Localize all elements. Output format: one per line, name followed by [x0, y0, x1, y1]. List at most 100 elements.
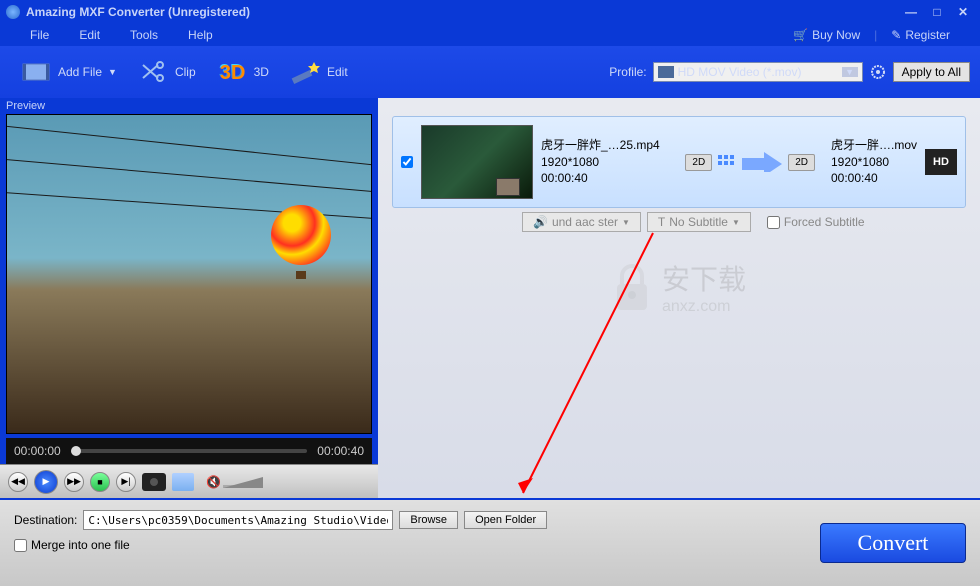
- preview-video[interactable]: [6, 114, 372, 434]
- target-2d-badge: 2D: [788, 154, 815, 171]
- footer: Destination: Browse Open Folder Merge in…: [0, 498, 980, 586]
- merge-checkbox[interactable]: [14, 539, 27, 552]
- watermark: 安下载 anxz.com: [612, 258, 746, 316]
- volume-control[interactable]: 🔇: [206, 475, 263, 489]
- conversion-arrow: 2D 2D: [685, 152, 815, 172]
- profile-value: HD MOV Video (*.mov): [678, 65, 802, 79]
- target-filename: 虎牙一胖….mov: [831, 137, 917, 154]
- time-total: 00:00:40: [317, 444, 364, 458]
- source-2d-badge: 2D: [685, 154, 712, 171]
- open-folder-button[interactable]: Open Folder: [464, 511, 547, 529]
- add-file-button[interactable]: Add File ▼: [10, 54, 127, 90]
- audio-track-select[interactable]: 🔊 und aac ster ▼: [522, 212, 641, 232]
- titlebar: Amazing MXF Converter (Unregistered) — □…: [0, 0, 980, 24]
- app-icon: [6, 5, 20, 19]
- file-thumbnail[interactable]: [421, 125, 533, 199]
- add-file-label: Add File: [58, 65, 102, 79]
- 3d-label: 3D: [254, 65, 269, 79]
- mute-icon: 🔇: [206, 475, 221, 489]
- register-link[interactable]: Register: [891, 28, 950, 42]
- menu-tools[interactable]: Tools: [130, 28, 158, 42]
- buy-now-label: Buy Now: [812, 28, 860, 42]
- register-label: Register: [905, 28, 950, 42]
- subtitle-label: No Subtitle: [669, 215, 728, 229]
- separator: |: [874, 28, 877, 42]
- watermark-sub: anxz.com: [662, 298, 746, 316]
- target-info: 虎牙一胖….mov 1920*1080 00:00:40: [831, 137, 917, 187]
- forced-subtitle-label: Forced Subtitle: [784, 215, 865, 229]
- maximize-button[interactable]: □: [926, 4, 948, 20]
- subtitle-row: 🔊 und aac ster ▼ T No Subtitle ▼ Forced …: [392, 208, 966, 232]
- wand-icon: [289, 58, 321, 86]
- audio-label: und aac ster: [552, 215, 618, 229]
- menubar: File Edit Tools Help Buy Now | Register: [0, 24, 980, 46]
- prev-button[interactable]: ◀◀: [8, 472, 28, 492]
- cart-icon: [793, 28, 808, 42]
- snapshot-button[interactable]: [142, 473, 166, 491]
- browse-button[interactable]: Browse: [399, 511, 458, 529]
- grid-icon: [718, 155, 736, 169]
- file-list-pane: 虎牙一胖炸_…25.mp4 1920*1080 00:00:40 2D 2D 虎…: [378, 98, 980, 498]
- speaker-icon: 🔊: [533, 215, 548, 229]
- source-resolution: 1920*1080: [541, 154, 660, 171]
- source-duration: 00:00:40: [541, 170, 660, 187]
- apply-to-all-button[interactable]: Apply to All: [893, 62, 970, 82]
- merge-label: Merge into one file: [31, 538, 130, 552]
- open-snapshot-folder-button[interactable]: [172, 473, 194, 491]
- seek-thumb[interactable]: [71, 446, 81, 456]
- edit-button[interactable]: Edit: [279, 54, 358, 90]
- source-filename: 虎牙一胖炸_…25.mp4: [541, 137, 660, 154]
- menu-help[interactable]: Help: [188, 28, 213, 42]
- settings-button[interactable]: [869, 63, 887, 81]
- subtitle-select[interactable]: T No Subtitle ▼: [647, 212, 751, 232]
- target-duration: 00:00:40: [831, 170, 917, 187]
- step-fwd-button[interactable]: ▶|: [116, 472, 136, 492]
- playback-progress: 00:00:00 00:00:40: [6, 438, 372, 464]
- dropdown-arrow-icon: ▼: [108, 67, 117, 77]
- source-info: 虎牙一胖炸_…25.mp4 1920*1080 00:00:40: [541, 137, 660, 187]
- close-button[interactable]: ✕: [952, 4, 974, 20]
- menu-file[interactable]: File: [30, 28, 49, 42]
- forced-subtitle-toggle[interactable]: Forced Subtitle: [757, 212, 875, 232]
- pen-icon: [891, 28, 901, 42]
- destination-label: Destination:: [14, 513, 77, 527]
- buy-now-link[interactable]: Buy Now: [793, 28, 860, 42]
- seek-track[interactable]: [71, 449, 308, 453]
- next-button[interactable]: ▶▶: [64, 472, 84, 492]
- convert-button[interactable]: Convert: [820, 523, 966, 563]
- dropdown-arrow-icon: ▼: [732, 218, 740, 227]
- scissors-icon: [137, 58, 169, 86]
- stop-button[interactable]: ■: [90, 472, 110, 492]
- arrow-right-icon: [742, 152, 782, 172]
- time-current: 00:00:00: [14, 444, 61, 458]
- destination-input[interactable]: [83, 510, 393, 530]
- lock-icon: [612, 262, 652, 312]
- clip-label: Clip: [175, 65, 196, 79]
- balloon-graphic: [271, 205, 331, 280]
- content-area: Preview 00:00:00 00:00:40 ◀◀ ▶ ▶▶ ■ ▶| 🔇: [0, 98, 980, 498]
- edit-label: Edit: [327, 65, 348, 79]
- window-title: Amazing MXF Converter (Unregistered): [26, 5, 900, 19]
- watermark-main: 安下载: [662, 258, 746, 298]
- preview-pane: Preview 00:00:00 00:00:40 ◀◀ ▶ ▶▶ ■ ▶| 🔇: [0, 98, 378, 498]
- minimize-button[interactable]: —: [900, 4, 922, 20]
- player-controls: ◀◀ ▶ ▶▶ ■ ▶| 🔇: [0, 464, 378, 498]
- toolbar: Add File ▼ Clip 3D 3D Edit Profile: HD M…: [0, 46, 980, 98]
- mov-format-icon: [658, 66, 674, 78]
- forced-subtitle-checkbox[interactable]: [767, 216, 780, 229]
- 3d-button[interactable]: 3D 3D: [206, 54, 279, 90]
- dropdown-arrow-icon: ▼: [842, 67, 858, 77]
- menu-edit[interactable]: Edit: [79, 28, 100, 42]
- file-checkbox[interactable]: [401, 156, 413, 168]
- hd-badge: HD: [925, 149, 957, 175]
- profile-label: Profile:: [609, 65, 646, 79]
- profile-select[interactable]: HD MOV Video (*.mov) ▼: [653, 62, 863, 82]
- text-icon: T: [658, 215, 665, 229]
- clip-button[interactable]: Clip: [127, 54, 206, 90]
- file-item[interactable]: 虎牙一胖炸_…25.mp4 1920*1080 00:00:40 2D 2D 虎…: [392, 116, 966, 208]
- preview-label: Preview: [0, 98, 378, 114]
- 3d-icon: 3D: [216, 58, 248, 86]
- target-resolution: 1920*1080: [831, 154, 917, 171]
- dropdown-arrow-icon: ▼: [622, 218, 630, 227]
- play-button[interactable]: ▶: [34, 470, 58, 494]
